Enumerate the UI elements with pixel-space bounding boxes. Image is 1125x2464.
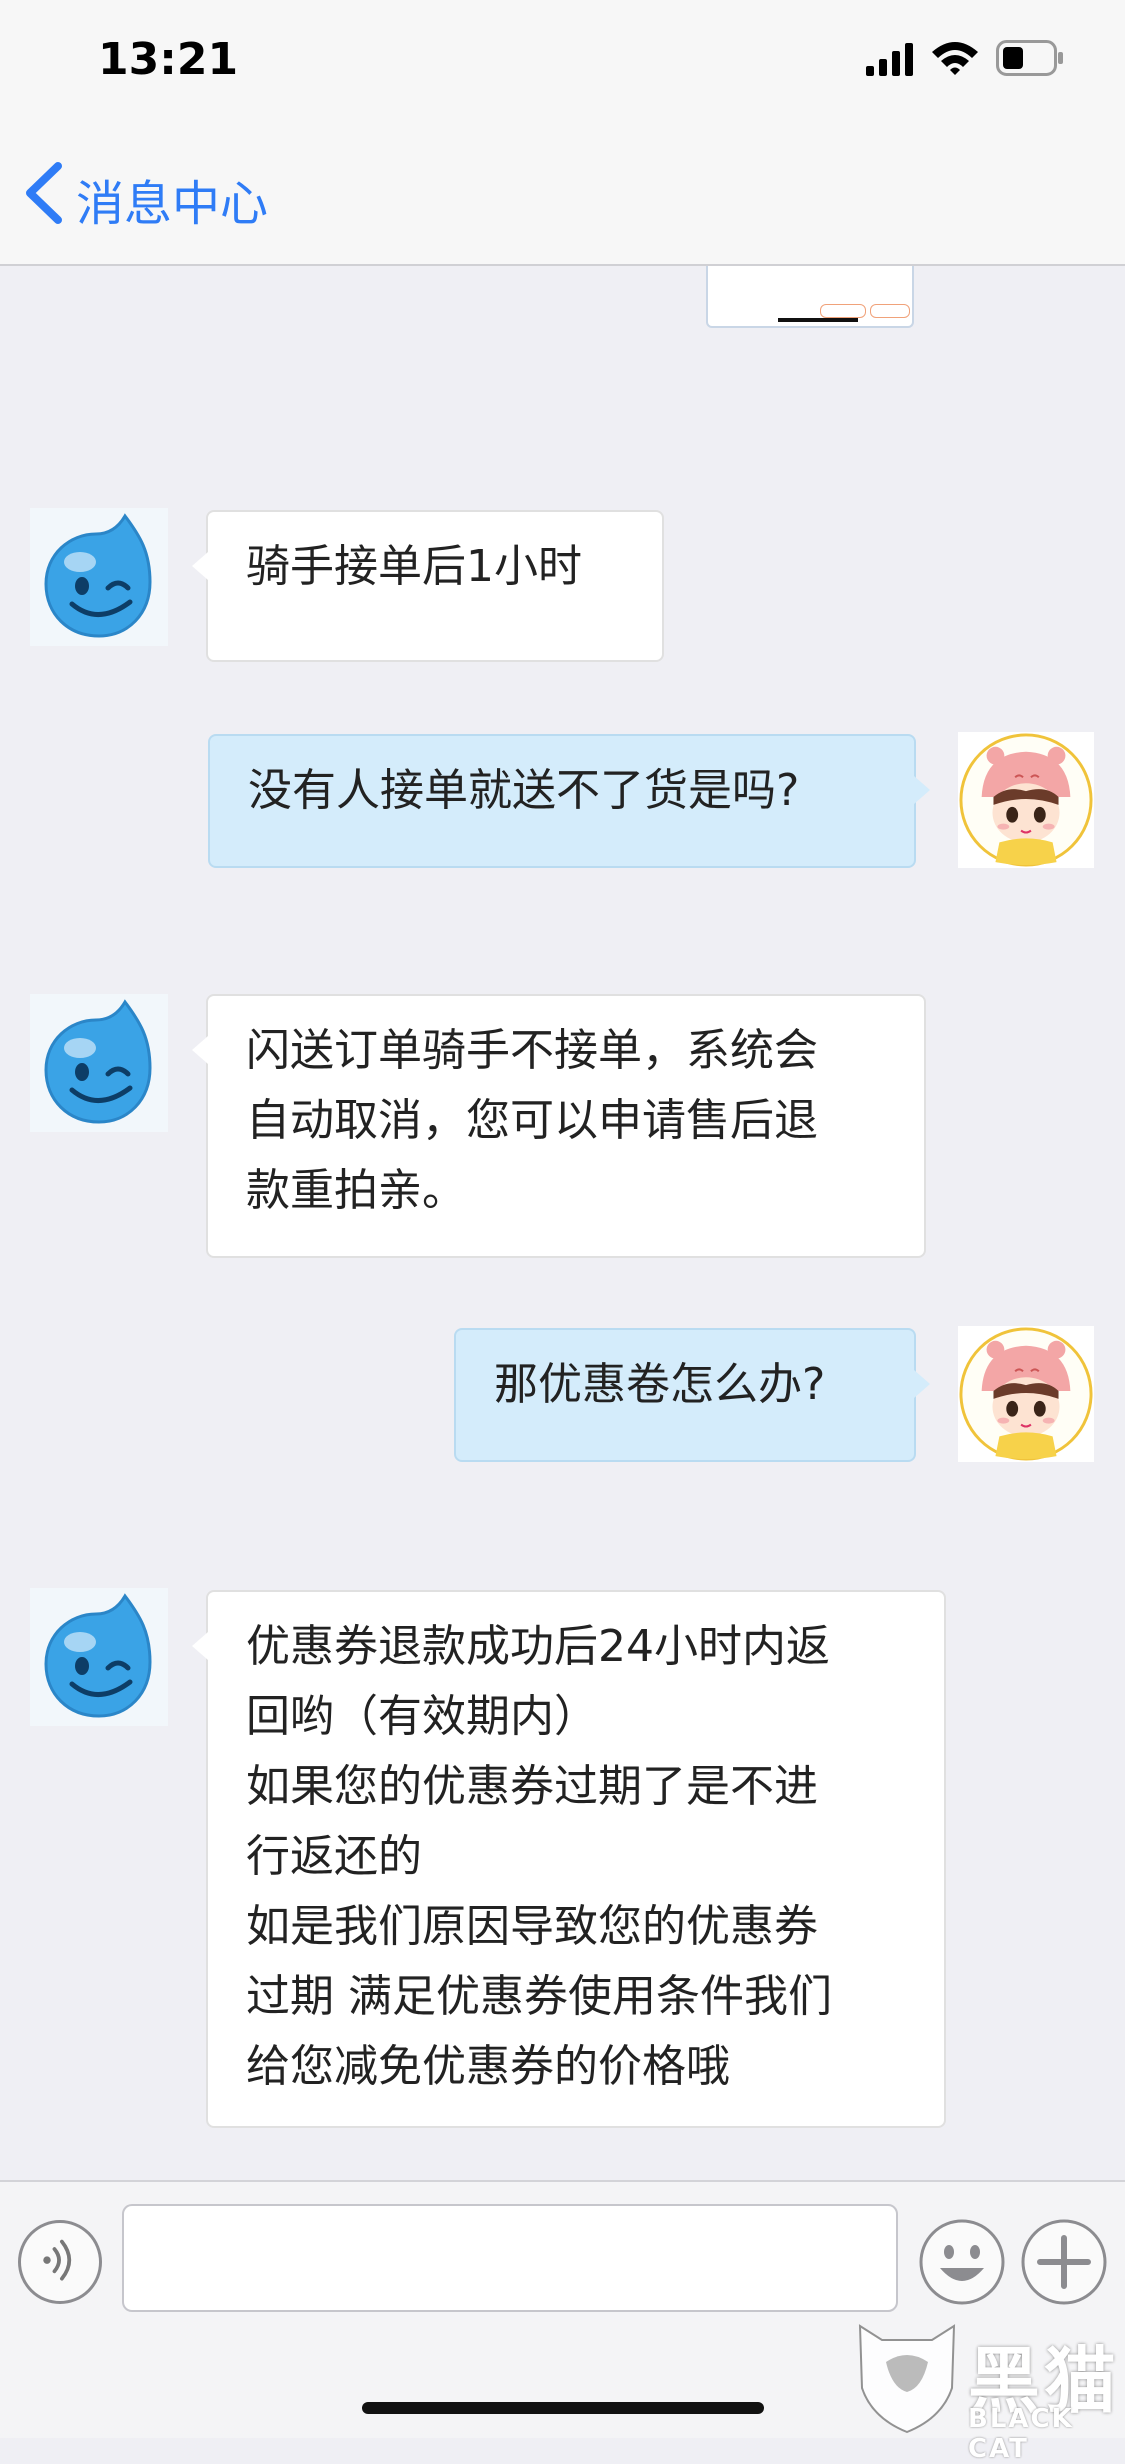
bot-avatar-icon[interactable]	[30, 508, 168, 646]
back-button-label[interactable]: 消息中心	[76, 164, 268, 234]
message-bubble-left[interactable]: 闪送订单骑手不接单，系统会 自动取消，您可以申请售后退 款重拍亲。	[192, 994, 926, 1258]
nav-bar: 消息中心	[0, 120, 1125, 266]
message-bubble-left[interactable]: 骑手接单后1小时	[192, 510, 664, 662]
status-time: 13:21	[98, 34, 239, 85]
user-avatar-icon[interactable]	[958, 1326, 1094, 1462]
smiley-icon[interactable]	[918, 2218, 1006, 2306]
watermark-en: BLACK CAT	[968, 2404, 1074, 2464]
watermark: 黑猫 BLACK CAT	[852, 2318, 1122, 2464]
battery-icon	[996, 40, 1063, 76]
thumbnail-pill	[870, 304, 910, 318]
bot-avatar-icon[interactable]	[30, 1588, 168, 1726]
wifi-icon	[932, 42, 978, 75]
signal-icon	[866, 43, 913, 76]
status-bar: 13:21	[0, 0, 1125, 120]
image-message-thumbnail[interactable]	[706, 266, 914, 328]
chevron-left-icon[interactable]	[22, 162, 66, 224]
message-bubble-right[interactable]: 那优惠卷怎么办?	[454, 1328, 930, 1462]
voice-button[interactable]	[18, 2220, 102, 2304]
user-avatar-icon[interactable]	[958, 732, 1094, 868]
thumbnail-bar	[778, 318, 858, 322]
thumbnail-pill	[820, 304, 866, 318]
plus-icon[interactable]	[1020, 2218, 1108, 2306]
message-bubble-right[interactable]: 没有人接单就送不了货是吗?	[208, 734, 930, 868]
message-input[interactable]	[122, 2204, 898, 2312]
home-indicator[interactable]	[362, 2402, 764, 2414]
cat-shield-icon	[858, 2324, 956, 2434]
chat-area[interactable]: 骑手接单后1小时 没有人接单就送不了货是吗? 闪送订单骑手不接单，系统会 自动取…	[0, 266, 1125, 2180]
message-bubble-left[interactable]: 优惠券退款成功后24小时内返 回哟（有效期内） 如果您的优惠券过期了是不进 行返…	[192, 1590, 946, 2128]
voice-icon	[43, 2239, 72, 2281]
bot-avatar-icon[interactable]	[30, 994, 168, 1132]
